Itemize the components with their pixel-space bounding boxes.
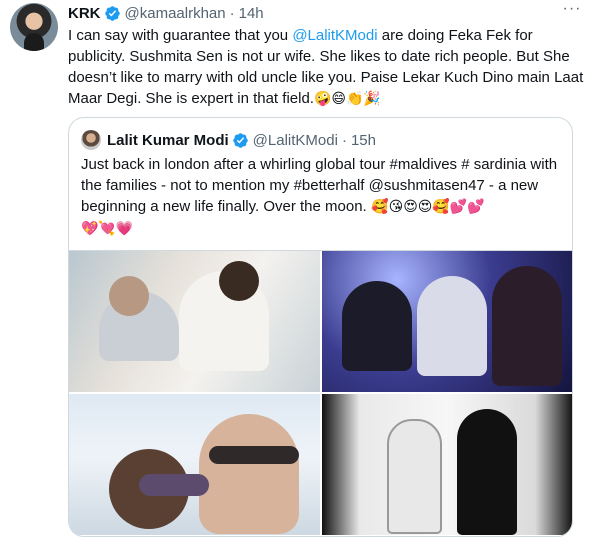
tweet-timestamp[interactable]: 14h: [239, 5, 264, 22]
mention-link[interactable]: @LalitKModi: [292, 27, 377, 44]
tweet-emojis: 🤪😄👏🎉: [313, 91, 381, 107]
verified-badge-icon: [104, 5, 120, 21]
tweet-text: I can say with guarantee that you @Lalit…: [68, 25, 588, 110]
photo-3[interactable]: [69, 394, 320, 535]
quoted-tweet-header: Lalit Kumar Modi @LalitKModi · 15h: [81, 130, 376, 150]
author-avatar[interactable]: [10, 3, 58, 51]
photo-2[interactable]: [322, 251, 572, 392]
quoted-tweet-timestamp: 15h: [350, 131, 376, 149]
separator-dot: ·: [229, 4, 235, 22]
verified-badge-icon: [232, 132, 248, 148]
photo-1[interactable]: [69, 251, 320, 392]
quoted-tweet-text: Just back in london after a whirling glo…: [81, 154, 563, 240]
quoted-author-name: Lalit Kumar Modi: [107, 131, 229, 149]
author-name[interactable]: KRK: [68, 5, 101, 22]
tweet-header: KRK @kamaalrkhan · 14h: [68, 3, 264, 23]
quoted-author-handle: @LalitKModi: [252, 131, 338, 149]
more-horizontal-icon[interactable]: ···: [559, 1, 585, 22]
quoted-emojis-line1: 🥰😘😍😍🥰💕💕: [366, 199, 485, 215]
tweet[interactable]: KRK @kamaalrkhan · 14h ··· I can say wit…: [0, 0, 603, 547]
quoted-text-body: Just back in london after a whirling glo…: [81, 156, 558, 215]
quoted-author-avatar: [81, 130, 101, 150]
quoted-emojis-line2: 💖💘💗: [81, 221, 134, 237]
media-grid: [69, 250, 572, 536]
quoted-tweet[interactable]: Lalit Kumar Modi @LalitKModi · 15h Just …: [68, 117, 573, 537]
separator-dot: ·: [341, 131, 347, 149]
author-handle[interactable]: @kamaalrkhan: [125, 5, 226, 22]
tweet-text-part1: I can say with guarantee that you: [68, 27, 293, 44]
photo-4[interactable]: [322, 394, 572, 535]
